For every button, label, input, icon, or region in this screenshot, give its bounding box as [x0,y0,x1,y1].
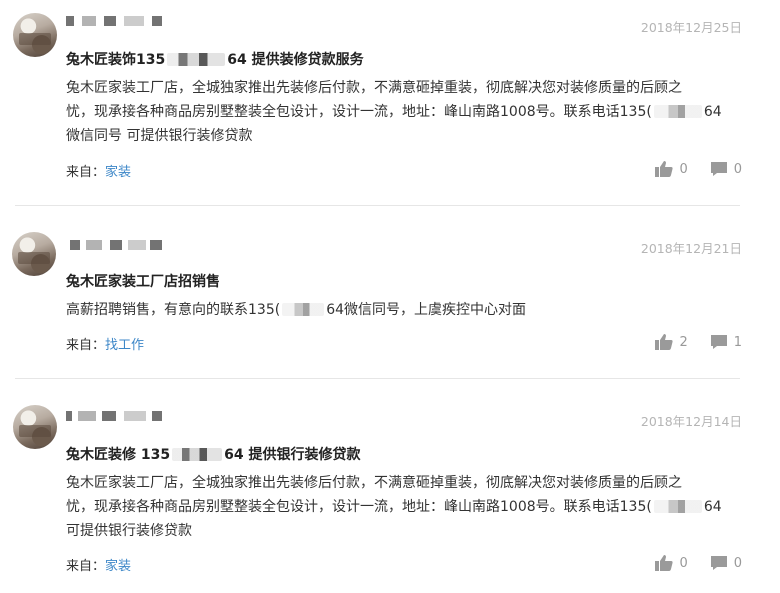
post-source: 来自：家装 [66,555,131,574]
redacted-phone [653,105,702,118]
post-title[interactable]: 兔木匠装修 135 64 提供银行装修贷款 [66,444,360,464]
post-actions: 2 1 [633,334,742,350]
redacted-phone [282,303,325,316]
body-line: 高薪招聘销售，有意向的联系135( 64微信同号，上虞疾控中心对面 [66,298,746,322]
post-date: 2018年12月25日 [640,20,742,35]
post-body: 兔木匠家装工厂店，全城独家推出先装修后付款，不满意砸掉重装，彻底解决您对装修质量… [66,471,746,543]
comment-icon [710,555,734,571]
body-line: 兔木匠家装工厂店，全城独家推出先装修后付款，不满意砸掉重装，彻底解决您对装修质量… [66,475,682,491]
redacted-phone [172,448,223,461]
comment-icon [710,161,734,177]
post-title-text: 64 提供装修贷款服务 [227,52,364,68]
post-source: 来自：找工作 [66,334,144,353]
like-count: 2 [679,334,688,350]
body-line-text: 忧，现承接各种商品房别墅整装全包设计，设计一流，地址：峰山南路1008号。联系电… [66,499,652,515]
body-line: 可提供银行装修贷款 [66,523,192,539]
body-line-text: 64微信同号，上虞疾控中心对面 [326,302,527,318]
post-source: 来自：家装 [66,161,131,180]
source-label: 来自： [66,559,106,574]
post-title-text: 64 提供银行装修贷款 [224,447,361,463]
body-line: 兔木匠家装工厂店，全城独家推出先装修后付款，不满意砸掉重装，彻底解决您对装修质量… [66,80,682,96]
comment-button[interactable]: 0 [710,555,742,571]
username-redacted [66,12,166,30]
body-line: 忧，现承接各种商品房别墅整装全包设计，设计一流，地址：峰山南路1008号。联系电… [66,100,746,124]
body-line-text: 忧，现承接各种商品房别墅整装全包设计，设计一流，地址：峰山南路1008号。联系电… [66,104,652,120]
post-body: 高薪招聘销售，有意向的联系135( 64微信同号，上虞疾控中心对面 [66,298,746,322]
comment-icon [710,334,734,350]
avatar[interactable] [13,13,57,57]
comment-button[interactable]: 0 [710,161,742,177]
source-tag-link[interactable]: 家装 [105,559,131,574]
post-date: 2018年12月14日 [640,414,742,429]
avatar[interactable] [13,405,57,449]
body-line-text: 高薪招聘销售，有意向的联系135( [66,302,281,318]
source-label: 来自： [66,338,106,353]
source-label: 来自： [66,165,106,180]
post-actions: 0 0 [633,555,742,571]
post-title[interactable]: 兔木匠家装工厂店招销售 [66,271,220,291]
post-title[interactable]: 兔木匠装饰135 64 提供装修贷款服务 [66,49,364,69]
redacted-phone [167,53,226,66]
body-line: 忧，现承接各种商品房别墅整装全包设计，设计一流，地址：峰山南路1008号。联系电… [66,495,746,519]
like-count: 0 [679,161,688,177]
username-redacted [66,236,166,254]
comment-feed: 2018年12月25日 兔木匠装饰135 64 提供装修贷款服务 兔木匠家装工厂店… [0,0,780,593]
body-line: 微信同号 可提供银行装修贷款 [66,128,253,144]
thumbs-up-icon [655,334,679,350]
like-button[interactable]: 0 [655,555,688,571]
like-button[interactable]: 0 [655,161,688,177]
post-body: 兔木匠家装工厂店，全城独家推出先装修后付款，不满意砸掉重装，彻底解决您对装修质量… [66,76,746,148]
post-card: 2018年12月14日 兔木匠装修 135 64 提供银行装修贷款 兔木匠家装工厂… [0,379,780,593]
comment-count: 0 [733,555,742,571]
like-button[interactable]: 2 [655,334,688,350]
post-actions: 0 0 [633,161,742,177]
comment-count: 1 [733,334,742,350]
like-count: 0 [679,555,688,571]
avatar[interactable] [12,232,56,276]
phone-tail: 64 [703,104,722,120]
source-tag-link[interactable]: 找工作 [105,338,144,353]
username-redacted [66,407,166,425]
phone-tail: 64 [703,499,722,515]
post-title-text: 兔木匠装饰135 [66,52,166,68]
post-card: 2018年12月25日 兔木匠装饰135 64 提供装修贷款服务 兔木匠家装工厂店… [0,0,780,205]
comment-count: 0 [733,161,742,177]
redacted-phone [653,500,702,513]
post-date: 2018年12月21日 [640,241,742,256]
comment-button[interactable]: 1 [710,334,742,350]
post-card: 2018年12月21日 兔木匠家装工厂店招销售 高薪招聘销售，有意向的联系135… [0,206,780,378]
thumbs-up-icon [655,555,679,571]
post-title-text: 兔木匠装修 135 [66,447,171,463]
source-tag-link[interactable]: 家装 [105,165,131,180]
thumbs-up-icon [655,161,679,177]
